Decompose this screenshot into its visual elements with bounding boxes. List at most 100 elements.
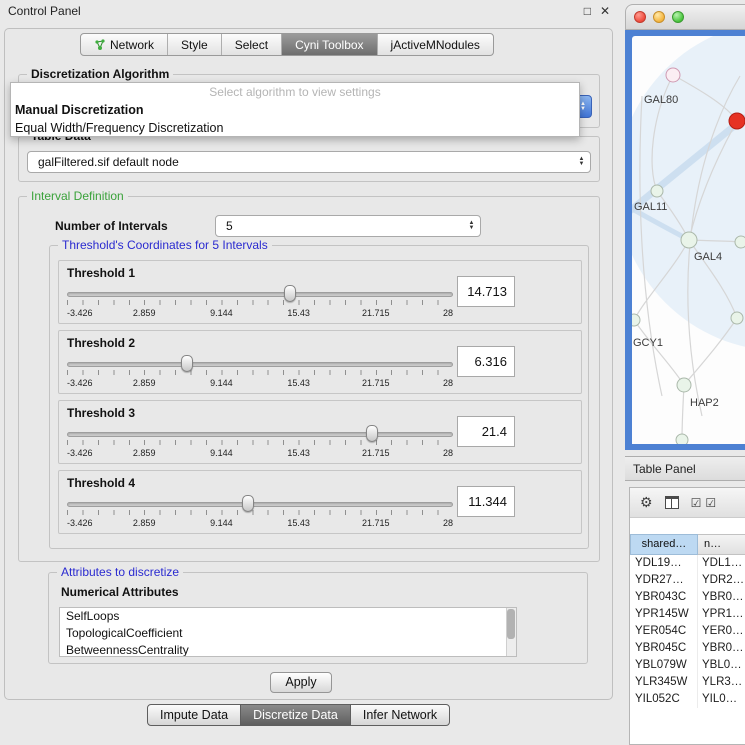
table-row[interactable]: YPR145WYPR1…	[630, 606, 745, 623]
tab-infer-network[interactable]: Infer Network	[350, 704, 450, 726]
node[interactable]	[676, 434, 688, 444]
node[interactable]	[735, 236, 745, 248]
threshold-2-slider[interactable]: -3.426 2.859 9.144 15.43 21.715 28	[67, 353, 453, 391]
node-gal80[interactable]	[666, 68, 680, 82]
node-hap2[interactable]	[677, 378, 691, 392]
slider-handle[interactable]	[181, 355, 193, 372]
network-graph[interactable]: GAL80 GAL11 GAL4 GCY1 HAP2	[632, 36, 745, 444]
slider-track[interactable]	[67, 432, 453, 437]
network-window-titlebar[interactable]	[625, 4, 745, 30]
algorithm-option-manual[interactable]: Manual Discretization	[11, 101, 579, 119]
close-panel-icon[interactable]: ✕	[600, 4, 610, 18]
threshold-1-slider[interactable]: -3.426 2.859 9.144 15.43 21.715 28	[67, 283, 453, 321]
threshold-4-panel: Threshold 4 -3.426 2.859 9.144 15.43 21.…	[58, 470, 582, 534]
threshold-1-value-field[interactable]: 14.713	[457, 276, 515, 307]
scale-label: 2.859	[133, 308, 156, 318]
window-minimize-button[interactable]	[653, 11, 665, 23]
table-row[interactable]: YLR345WYLR3…	[630, 674, 745, 691]
slider-track[interactable]	[67, 362, 453, 367]
slider-track[interactable]	[67, 502, 453, 507]
float-panel-icon[interactable]: □	[584, 4, 591, 18]
algorithm-dropdown-popup: Select algorithm to view settings Manual…	[10, 82, 580, 137]
network-view-frame: GAL80 GAL11 GAL4 GCY1 HAP2	[625, 30, 745, 450]
slider-handle[interactable]	[242, 495, 254, 512]
node-label-gal11: GAL11	[634, 201, 667, 213]
node-gcy1[interactable]	[632, 314, 640, 326]
list-scrollbar[interactable]	[506, 608, 516, 656]
table-row[interactable]: YDR27…YDR2…	[630, 572, 745, 589]
select-checkbox-icon[interactable]: ☑	[705, 496, 716, 510]
apply-button[interactable]: Apply	[270, 672, 332, 693]
threshold-4-label: Threshold 4	[67, 476, 135, 490]
settings-gear-icon[interactable]: ⚙	[640, 494, 653, 511]
node-gal11[interactable]	[651, 185, 663, 197]
scale-label: -3.426	[67, 378, 93, 388]
number-of-intervals-value: 5	[226, 219, 233, 233]
columns-icon[interactable]	[665, 496, 679, 509]
threshold-4-slider[interactable]: -3.426 2.859 9.144 15.43 21.715 28	[67, 493, 453, 531]
threshold-2-label: Threshold 2	[67, 336, 135, 350]
scale-label: -3.426	[67, 518, 93, 528]
tab-select[interactable]: Select	[221, 34, 281, 55]
window-close-button[interactable]	[634, 11, 646, 23]
thresholds-legend: Threshold's Coordinates for 5 Intervals	[58, 238, 272, 252]
node[interactable]	[731, 312, 743, 324]
list-item[interactable]: TopologicalCoefficient	[60, 625, 516, 642]
threshold-3-slider[interactable]: -3.426 2.859 9.144 15.43 21.715 28	[67, 423, 453, 461]
scrollbar-thumb[interactable]	[507, 609, 515, 639]
slider-track[interactable]	[67, 292, 453, 297]
cyni-mode-tabs: Impute Data Discretize Data Infer Networ…	[147, 704, 450, 726]
tab-cyni-toolbox[interactable]: Cyni Toolbox	[281, 34, 376, 55]
table-data-combobox[interactable]: galFiltered.sif default node ▲▼	[27, 151, 591, 173]
threshold-2-value-field[interactable]: 6.316	[457, 346, 515, 377]
dropdown-arrows-icon: ▲▼	[463, 221, 480, 231]
algorithm-placeholder: Select algorithm to view settings	[11, 83, 579, 101]
select-all-checkbox-icon[interactable]: ☑	[691, 496, 702, 510]
scale-label: -3.426	[67, 448, 93, 458]
table-row[interactable]: YER054CYER0…	[630, 623, 745, 640]
scale-label: 2.859	[133, 378, 156, 388]
slider-handle[interactable]	[366, 425, 378, 442]
scale-label: 2.859	[133, 518, 156, 528]
list-item[interactable]: BetweennessCentrality	[60, 642, 516, 657]
scale-label: 21.715	[362, 308, 390, 318]
tab-impute-data[interactable]: Impute Data	[147, 704, 241, 726]
slider-ticks	[67, 510, 453, 515]
algorithm-option-equal-width[interactable]: Equal Width/Frequency Discretization	[11, 119, 579, 137]
slider-handle[interactable]	[284, 285, 296, 302]
node-selected-red[interactable]	[729, 113, 745, 129]
thresholds-group: Threshold's Coordinates for 5 Intervals …	[49, 245, 589, 549]
tab-discretize-data[interactable]: Discretize Data	[240, 704, 351, 726]
table-row[interactable]: YDL19…YDL1…	[630, 555, 745, 572]
list-item[interactable]: SelfLoops	[60, 608, 516, 625]
panel-title: Control Panel	[8, 4, 81, 18]
numerical-attributes-list[interactable]: SelfLoops TopologicalCoefficient Between…	[59, 607, 517, 657]
table-data-value: galFiltered.sif default node	[38, 155, 179, 169]
table-row[interactable]: YIL052CYIL0…	[630, 691, 745, 708]
column-header-shared-name[interactable]: shared…	[630, 534, 698, 555]
tab-jactivemnodules[interactable]: jActiveMNodules	[377, 34, 493, 55]
chevron-down-icon: ▼	[580, 107, 586, 112]
table-panel-titlebar: Table Panel	[625, 456, 745, 481]
threshold-3-label: Threshold 3	[67, 406, 135, 420]
table-panel-title: Table Panel	[633, 462, 696, 476]
attributes-group: Attributes to discretize Numerical Attri…	[48, 572, 588, 664]
threshold-3-value-field[interactable]: 21.4	[457, 416, 515, 447]
threshold-4-value-field[interactable]: 11.344	[457, 486, 515, 517]
control-panel-tabs: Network Style Select Cyni Toolbox jActiv…	[80, 33, 494, 56]
interval-definition-legend: Interval Definition	[27, 189, 128, 203]
column-header-name[interactable]: n…	[698, 534, 745, 555]
table-row[interactable]: YBL079WYBL0…	[630, 657, 745, 674]
number-of-intervals-combobox[interactable]: 5 ▲▼	[215, 215, 481, 237]
numerical-attributes-label: Numerical Attributes	[61, 585, 179, 599]
node-gal4[interactable]	[681, 232, 697, 248]
tab-network[interactable]: Network	[81, 34, 167, 55]
table-row[interactable]: YBR043CYBR0…	[630, 589, 745, 606]
number-of-intervals-label: Number of Intervals	[55, 219, 168, 233]
window-zoom-button[interactable]	[672, 11, 684, 23]
tab-style[interactable]: Style	[167, 34, 221, 55]
table-panel-body: ⚙ ☑ ☑ shared… n… YDL19…YDL1… YDR27…YDR2……	[629, 487, 745, 745]
table-data-group: Table Data galFiltered.sif default node …	[18, 136, 600, 182]
table-row[interactable]: YBR045CYBR0…	[630, 640, 745, 657]
network-canvas[interactable]: GAL80 GAL11 GAL4 GCY1 HAP2	[632, 36, 745, 444]
